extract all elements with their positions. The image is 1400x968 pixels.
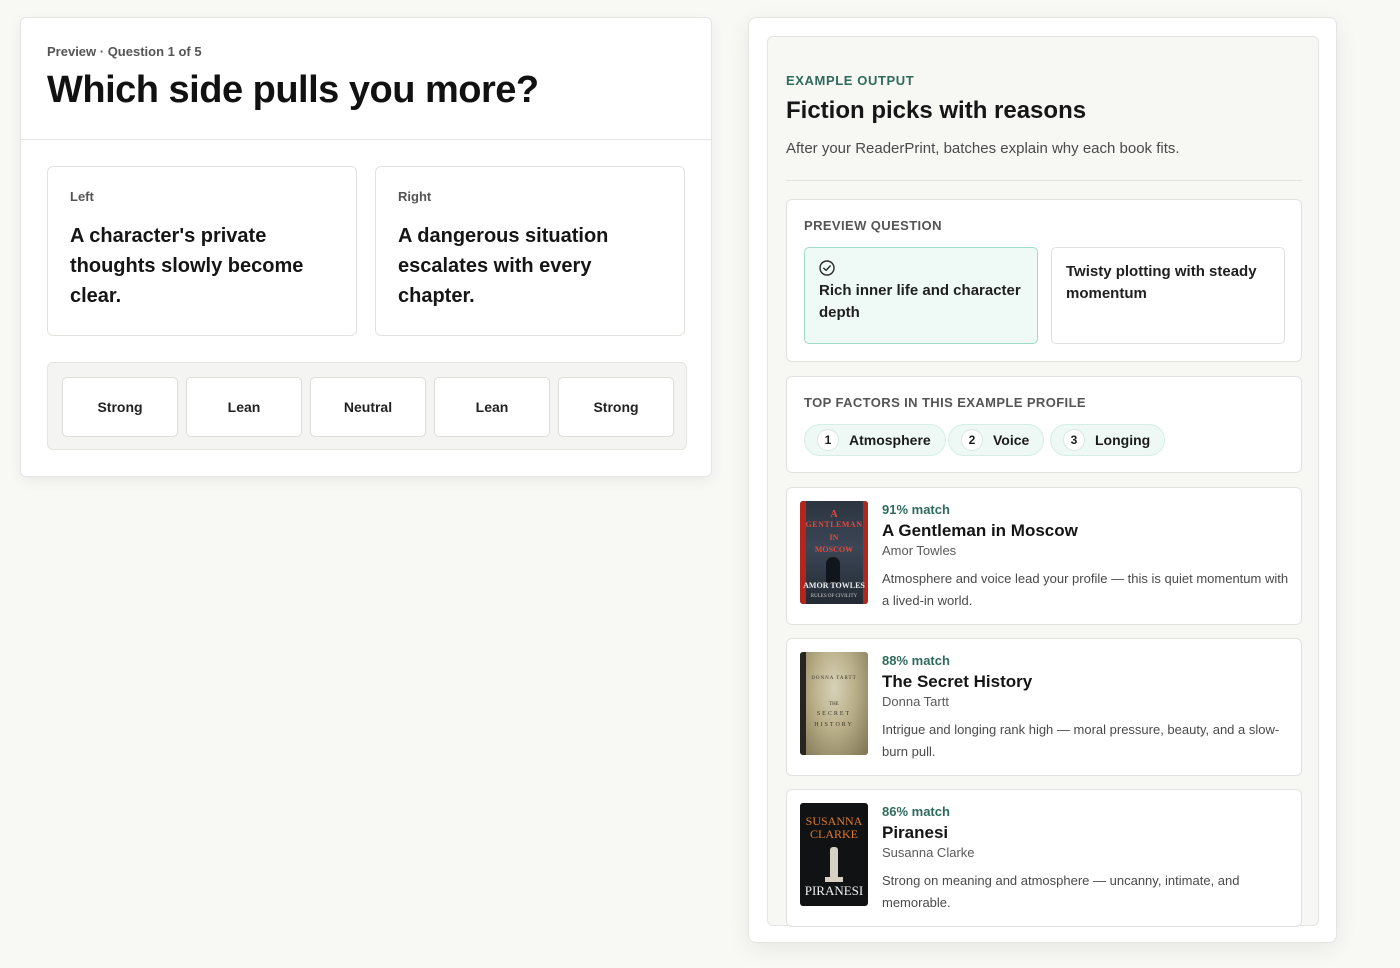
factor-rank: 3 — [1063, 429, 1085, 451]
scale-lean-right-button[interactable]: Lean — [434, 377, 550, 437]
right-choice-label: Right — [398, 189, 432, 204]
book-cover: A GENTLEMAN IN MOSCOW AMOR TOWLES RULES … — [800, 501, 868, 604]
book-author: Susanna Clarke — [882, 845, 975, 860]
divider — [786, 180, 1302, 181]
example-title: Fiction picks with reasons — [786, 97, 1087, 124]
book-author: Amor Towles — [882, 543, 957, 558]
book-reason: Strong on meaning and atmosphere — uncan… — [882, 873, 1240, 910]
book-card[interactable]: A GENTLEMAN IN MOSCOW AMOR TOWLES RULES … — [786, 487, 1302, 625]
question-title: Which side pulls you more? — [47, 69, 539, 111]
factor-rank: 2 — [961, 429, 983, 451]
left-choice-card[interactable]: Left A character's private thoughts slow… — [47, 166, 357, 336]
book-cover: DONNA TARTT THE SECRET HISTORY — [800, 652, 868, 755]
scale-strong-left-button[interactable]: Strong — [62, 377, 178, 437]
factor-pill: 1 Atmosphere — [804, 424, 946, 456]
scale-lean-left-button[interactable]: Lean — [186, 377, 302, 437]
factor-pill: 2 Voice — [948, 424, 1045, 456]
example-eyebrow: EXAMPLE OUTPUT — [786, 73, 915, 88]
preference-scale: Strong Lean Neutral Lean Strong — [47, 362, 687, 450]
selected-option-label: Rich inner life and character depth — [819, 282, 1021, 321]
selected-option[interactable]: Rich inner life and character depth — [804, 247, 1038, 344]
book-title: A Gentleman in Moscow — [882, 521, 1078, 540]
book-title: Piranesi — [882, 823, 949, 842]
check-circle-icon — [819, 260, 835, 276]
other-option[interactable]: Twisty plotting with steady momentum — [1051, 247, 1285, 344]
example-subtitle: After your ReaderPrint, batches explain … — [786, 140, 1180, 157]
match-score: 91% match — [882, 502, 950, 517]
book-reason: Intrigue and longing rank high — moral p… — [882, 722, 1280, 759]
book-title: The Secret History — [882, 672, 1033, 691]
right-choice-text: A dangerous situation escalates with eve… — [398, 225, 609, 307]
book-card[interactable]: SUSANNA CLARKE PIRANESI 86% match Pirane… — [786, 789, 1302, 927]
match-score: 86% match — [882, 804, 950, 819]
example-output-panel: EXAMPLE OUTPUT Fiction picks with reason… — [748, 17, 1337, 943]
book-author: Donna Tartt — [882, 694, 949, 709]
factor-label: Voice — [993, 432, 1030, 448]
top-factors-box: TOP FACTORS IN THIS EXAMPLE PROFILE 1 At… — [786, 376, 1302, 473]
factor-rank: 1 — [817, 429, 839, 451]
question-progress: Preview · Question 1 of 5 — [47, 44, 202, 59]
preview-question-eyebrow: PREVIEW QUESTION — [804, 218, 942, 233]
left-choice-text: A character's private thoughts slowly be… — [70, 225, 304, 307]
scale-strong-right-button[interactable]: Strong — [558, 377, 674, 437]
book-card[interactable]: DONNA TARTT THE SECRET HISTORY 88% match… — [786, 638, 1302, 776]
factor-pill: 3 Longing — [1050, 424, 1166, 456]
scale-neutral-button[interactable]: Neutral — [310, 377, 426, 437]
example-output-inner: EXAMPLE OUTPUT Fiction picks with reason… — [767, 36, 1319, 927]
book-reason: Atmosphere and voice lead your profile —… — [882, 571, 1289, 608]
preview-question-box: PREVIEW QUESTION Rich inner life and cha… — [786, 199, 1302, 362]
right-choice-card[interactable]: Right A dangerous situation escalates wi… — [375, 166, 685, 336]
question-card: Preview · Question 1 of 5 Which side pul… — [20, 17, 712, 477]
book-cover: SUSANNA CLARKE PIRANESI — [800, 803, 868, 906]
top-factors-eyebrow: TOP FACTORS IN THIS EXAMPLE PROFILE — [804, 395, 1086, 410]
left-choice-label: Left — [70, 189, 94, 204]
question-header: Preview · Question 1 of 5 Which side pul… — [21, 18, 711, 140]
factor-label: Atmosphere — [849, 432, 931, 448]
factor-label: Longing — [1095, 432, 1151, 448]
match-score: 88% match — [882, 653, 950, 668]
other-option-label: Twisty plotting with steady momentum — [1066, 263, 1257, 302]
